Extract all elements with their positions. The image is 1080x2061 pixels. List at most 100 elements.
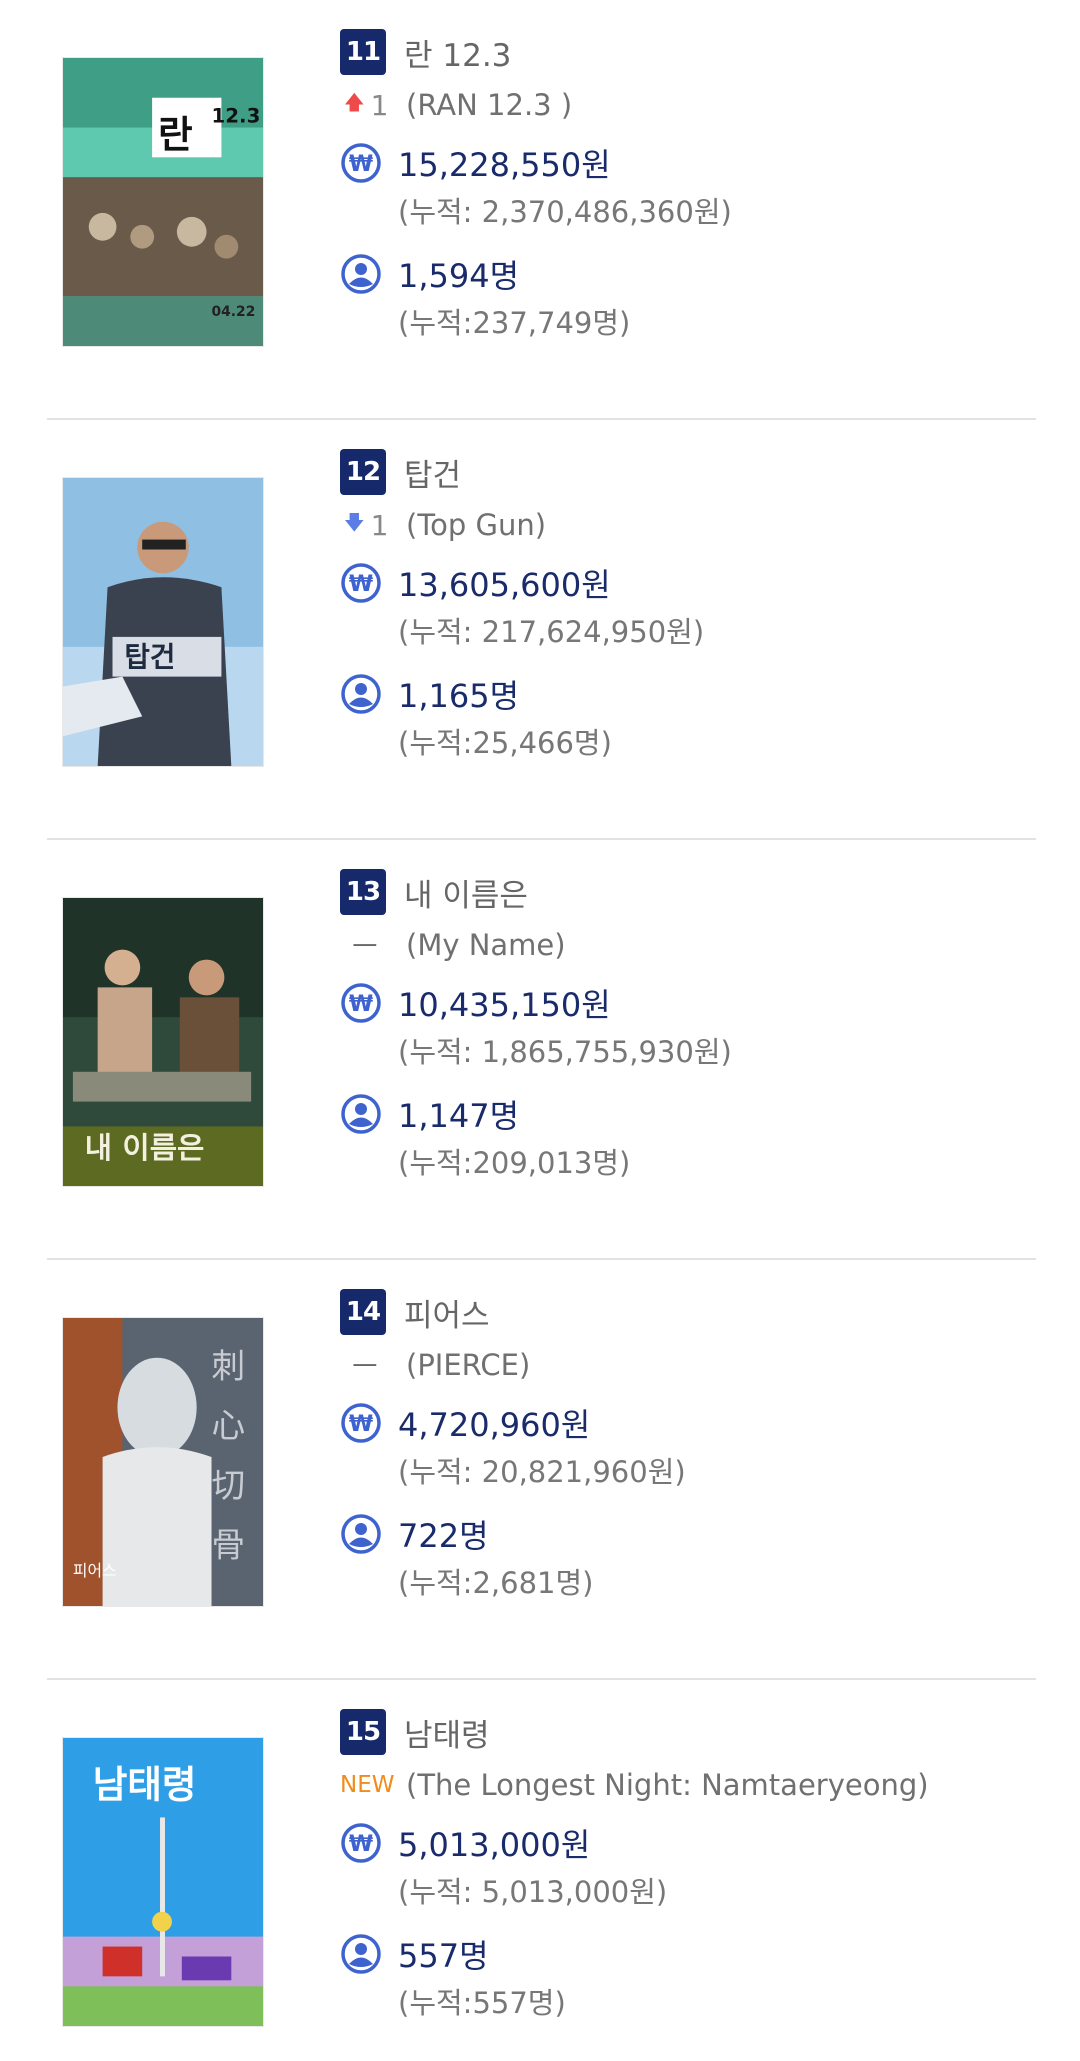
rank-badge: 13	[340, 869, 386, 915]
movie-item[interactable]: 刺 心 切 骨 피어스 14 피어스 ㅡ (PIERCE) ₩ 4,720,96…	[0, 1260, 1080, 1680]
rank-change: 🡇 1	[340, 508, 406, 542]
title-row: 12 탑건	[340, 449, 461, 495]
svg-text:04.22: 04.22	[212, 304, 256, 320]
svg-text:12.3: 12.3	[212, 105, 261, 128]
daily-audience: 1,147명	[398, 1097, 520, 1135]
svg-text:₩: ₩	[349, 572, 373, 597]
cumulative-audience: (누적:557명)	[398, 1986, 566, 2020]
svg-text:₩: ₩	[349, 992, 373, 1017]
svg-text:란: 란	[158, 112, 193, 156]
person-circle-icon	[340, 253, 382, 295]
movie-title[interactable]: 탑건	[404, 450, 461, 495]
rank-change-value: ㅡ	[352, 1350, 378, 1383]
box-office-list: 란 12.3 04.22 11 란 12.3 🡅 1 (RAN 12.3 ) ₩…	[0, 0, 1080, 2061]
person-circle-icon	[340, 673, 382, 715]
svg-text:탑건: 탑건	[124, 641, 175, 674]
movie-poster[interactable]: 刺 心 切 骨 피어스	[62, 1317, 264, 1607]
person-circle-icon	[340, 1933, 382, 1975]
rank-change: ㅡ	[340, 1345, 406, 1385]
movie-poster[interactable]: 내 이름은	[62, 897, 264, 1187]
sales-row: ₩ 10,435,150원	[340, 981, 611, 1025]
change-row: 🡇 1 (Top Gun)	[340, 505, 1040, 545]
cumulative-audience: (누적:2,681명)	[398, 1566, 594, 1600]
svg-text:₩: ₩	[349, 1832, 373, 1857]
rank-change: NEW	[340, 1772, 406, 1798]
cumulative-sales: (누적: 20,821,960원)	[398, 1455, 686, 1489]
audience-row: 1,165명	[340, 672, 519, 716]
person-circle-icon	[340, 1513, 382, 1555]
daily-audience: 1,165명	[398, 677, 520, 715]
movie-eng-title: (The Longest Night: Namtaeryeong)	[406, 1768, 929, 1802]
rank-change: ㅡ	[340, 925, 406, 965]
rank-change-value: 1	[370, 88, 389, 122]
movie-title[interactable]: 내 이름은	[404, 870, 528, 915]
won-coin-icon: ₩	[340, 1822, 382, 1864]
cumulative-sales: (누적: 2,370,486,360원)	[398, 195, 732, 229]
change-row: ㅡ (My Name)	[340, 925, 1040, 965]
cumulative-audience: (누적:25,466명)	[398, 726, 612, 760]
cumulative-audience: (누적:237,749명)	[398, 306, 631, 340]
rank-badge: 14	[340, 1289, 386, 1335]
rank-change-value: 1	[370, 508, 389, 542]
cumulative-audience: (누적:209,013명)	[398, 1146, 631, 1180]
movie-title[interactable]: 피어스	[404, 1290, 490, 1335]
svg-text:心: 心	[212, 1406, 246, 1445]
won-coin-icon: ₩	[340, 982, 382, 1024]
rank-change: 🡅 1	[340, 88, 406, 122]
daily-audience: 557명	[398, 1937, 489, 1975]
svg-text:₩: ₩	[349, 152, 373, 177]
daily-sales: 13,605,600원	[398, 566, 611, 604]
daily-sales: 4,720,960원	[398, 1406, 591, 1444]
movie-item[interactable]: 내 이름은 13 내 이름은 ㅡ (My Name) ₩ 10,435,150원…	[0, 840, 1080, 1260]
won-coin-icon: ₩	[340, 1402, 382, 1444]
svg-text:내 이름은: 내 이름은	[85, 1131, 205, 1166]
rank-badge: 15	[340, 1709, 386, 1755]
movie-title[interactable]: 남태령	[404, 1710, 490, 1755]
cumulative-sales: (누적: 1,865,755,930원)	[398, 1035, 732, 1069]
arrow-down-icon: 🡇	[344, 510, 365, 534]
svg-text:₩: ₩	[349, 1412, 373, 1437]
svg-text:피어스: 피어스	[73, 1561, 117, 1580]
audience-row: 557명	[340, 1932, 489, 1976]
audience-row: 1,147명	[340, 1092, 519, 1136]
new-badge: NEW	[340, 1772, 395, 1798]
sales-row: ₩ 4,720,960원	[340, 1401, 590, 1445]
movie-poster[interactable]: 탑건	[62, 477, 264, 767]
movie-item[interactable]: 란 12.3 04.22 11 란 12.3 🡅 1 (RAN 12.3 ) ₩…	[0, 0, 1080, 420]
rank-badge: 12	[340, 449, 386, 495]
change-row: ㅡ (PIERCE)	[340, 1345, 1040, 1385]
title-row: 14 피어스	[340, 1289, 490, 1335]
change-row: 🡅 1 (RAN 12.3 )	[340, 85, 1040, 125]
rank-badge: 11	[340, 29, 386, 75]
movie-title[interactable]: 란 12.3	[404, 30, 511, 75]
person-circle-icon	[340, 1093, 382, 1135]
movie-eng-title: (PIERCE)	[406, 1348, 531, 1382]
movie-item[interactable]: 남태령 15 남태령 NEW (The Longest Night: Namta…	[0, 1680, 1080, 2061]
audience-row: 1,594명	[340, 252, 519, 296]
title-row: 15 남태령	[340, 1709, 490, 1755]
svg-text:骨: 骨	[212, 1525, 246, 1564]
svg-text:切: 切	[212, 1466, 246, 1505]
audience-row: 722명	[340, 1512, 489, 1556]
movie-poster[interactable]: 남태령	[62, 1737, 264, 2027]
daily-sales: 15,228,550원	[398, 146, 611, 184]
movie-item[interactable]: 탑건 12 탑건 🡇 1 (Top Gun) ₩ 13,605,600원 (누적…	[0, 420, 1080, 840]
arrow-up-icon: 🡅	[344, 90, 365, 114]
title-row: 11 란 12.3	[340, 29, 511, 75]
title-row: 13 내 이름은	[340, 869, 528, 915]
movie-eng-title: (RAN 12.3 )	[406, 88, 573, 122]
change-row: NEW (The Longest Night: Namtaeryeong)	[340, 1765, 1040, 1805]
movie-poster[interactable]: 란 12.3 04.22	[62, 57, 264, 347]
svg-text:남태령: 남태령	[93, 1763, 197, 1807]
daily-sales: 5,013,000원	[398, 1826, 591, 1864]
movie-eng-title: (My Name)	[406, 928, 566, 962]
cumulative-sales: (누적: 5,013,000원)	[398, 1875, 668, 1909]
sales-row: ₩ 15,228,550원	[340, 141, 611, 185]
daily-audience: 1,594명	[398, 257, 520, 295]
svg-text:刺: 刺	[212, 1347, 246, 1386]
won-coin-icon: ₩	[340, 142, 382, 184]
sales-row: ₩ 13,605,600원	[340, 561, 611, 605]
cumulative-sales: (누적: 217,624,950원)	[398, 615, 705, 649]
movie-eng-title: (Top Gun)	[406, 508, 547, 542]
daily-audience: 722명	[398, 1517, 489, 1555]
